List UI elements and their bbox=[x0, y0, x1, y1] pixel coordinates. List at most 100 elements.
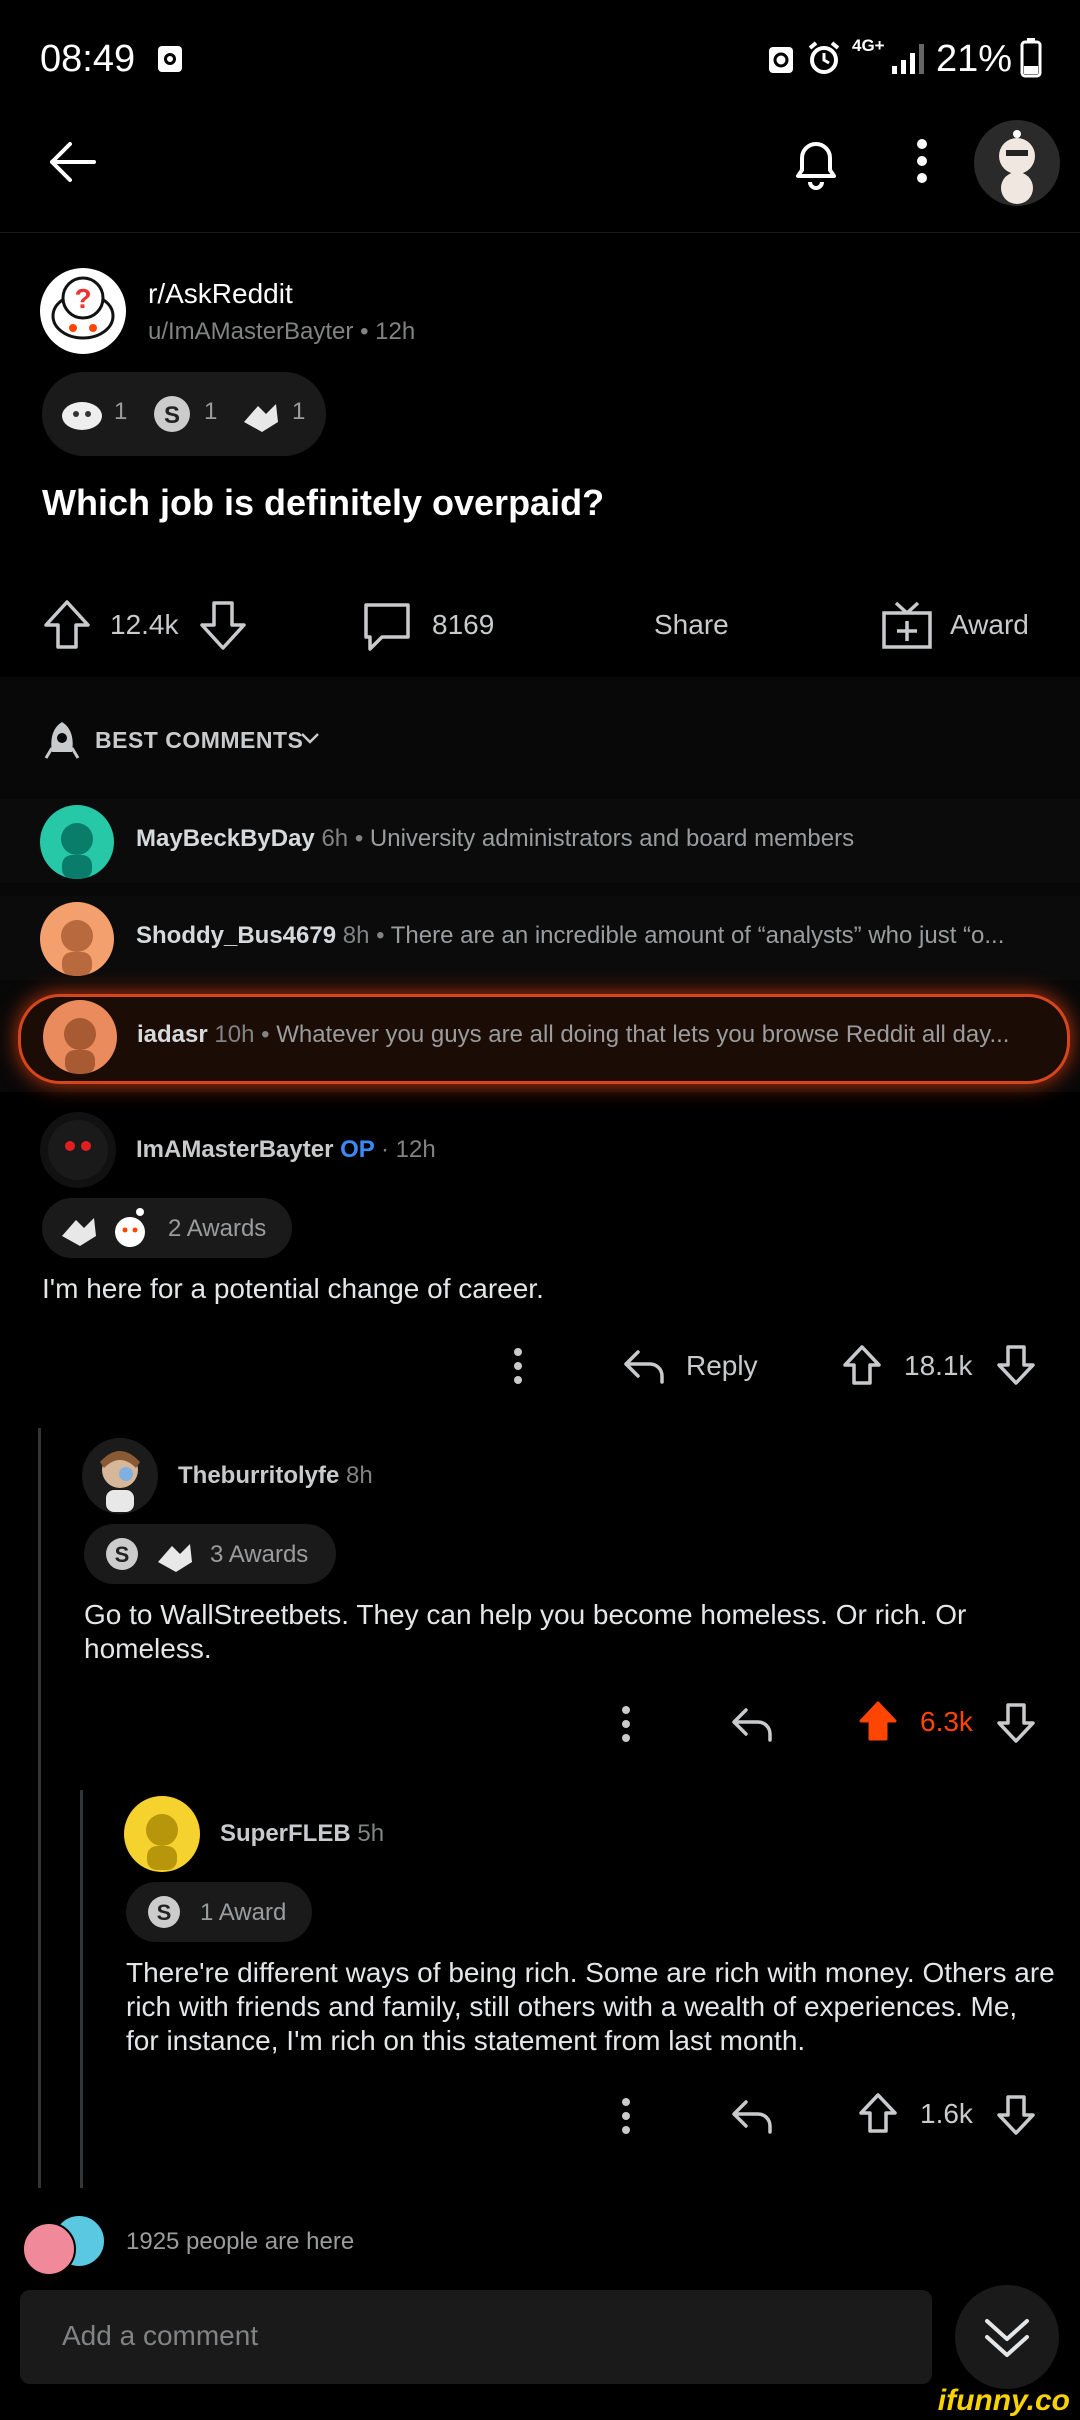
helpful-award-icon bbox=[238, 392, 282, 436]
svg-text:S: S bbox=[157, 1900, 172, 1925]
avatar bbox=[40, 805, 114, 879]
author-name: SuperFLEB bbox=[220, 1820, 351, 1847]
back-arrow-icon[interactable] bbox=[44, 134, 100, 190]
avatar bbox=[43, 1000, 117, 1074]
more-options-icon[interactable] bbox=[912, 136, 932, 186]
avatar[interactable] bbox=[40, 1112, 116, 1188]
avatar[interactable] bbox=[124, 1796, 200, 1872]
double-chevron-down-icon bbox=[981, 2311, 1033, 2363]
preview-user: MayBeckByDay bbox=[136, 825, 315, 852]
snoo-award-icon bbox=[108, 1206, 152, 1250]
more-options-icon[interactable] bbox=[508, 1346, 528, 1386]
helpful-award-icon bbox=[58, 1208, 98, 1248]
reply-arrow-icon[interactable] bbox=[730, 1704, 774, 1744]
preview-age: 6h bbox=[321, 825, 349, 852]
downvote-icon[interactable] bbox=[996, 1344, 1036, 1386]
preview-text: iadasr 10h • Whatever you guys are all d… bbox=[137, 1021, 1010, 1048]
comment-icon[interactable] bbox=[360, 599, 414, 653]
subreddit-icon[interactable]: ? bbox=[40, 268, 126, 354]
downvote-icon[interactable] bbox=[996, 2094, 1036, 2136]
op-badge: OP bbox=[340, 1136, 375, 1163]
thread-line[interactable] bbox=[38, 1428, 41, 2188]
avatar bbox=[22, 2222, 76, 2276]
comment-body: There're different ways of being rich. S… bbox=[126, 1957, 1055, 2056]
comment-score: 6.3k bbox=[920, 1706, 973, 1737]
alarm-icon bbox=[806, 40, 842, 76]
comment-author[interactable]: Theburritolyfe 8h bbox=[178, 1462, 373, 1490]
battery-saver-icon bbox=[766, 42, 796, 76]
upvote-icon[interactable] bbox=[42, 599, 92, 651]
upvote-icon-active[interactable] bbox=[858, 1700, 898, 1742]
upvote-icon[interactable] bbox=[858, 2092, 898, 2134]
preview-text: Shoddy_Bus4679 8h • There are an incredi… bbox=[136, 922, 1005, 949]
screen-record-icon bbox=[156, 44, 184, 74]
best-comment-preview[interactable]: MayBeckByDay 6h • University administrat… bbox=[0, 799, 1080, 883]
battery-percent: 21% bbox=[935, 38, 1012, 80]
silver-award-icon: S bbox=[146, 1894, 182, 1930]
next-comment-button[interactable] bbox=[955, 2285, 1059, 2389]
silver-award-icon: S bbox=[104, 1536, 140, 1572]
preview-text: MayBeckByDay 6h • University administrat… bbox=[136, 825, 855, 852]
comment-author[interactable]: ImAMasterBayter OP · 12h bbox=[136, 1136, 436, 1164]
post-awards[interactable]: 1 S 1 1 bbox=[42, 372, 326, 456]
downvote-icon[interactable] bbox=[996, 1702, 1036, 1744]
best-comment-preview-highlighted[interactable]: iadasr 10h • Whatever you guys are all d… bbox=[18, 994, 1070, 1084]
top-nav bbox=[0, 120, 1080, 233]
preview-age: 8h bbox=[342, 922, 370, 949]
network-4g-label: 4G+ bbox=[852, 36, 885, 55]
reply-arrow-icon[interactable] bbox=[622, 1346, 666, 1386]
avatar[interactable] bbox=[82, 1438, 158, 1514]
comment-awards[interactable]: 2 Awards bbox=[42, 1198, 292, 1258]
more-options-icon[interactable] bbox=[616, 1704, 636, 1744]
comment-age: 8h bbox=[346, 1462, 373, 1489]
comment-placeholder: Add a comment bbox=[62, 2320, 259, 2351]
silver-award-icon: S bbox=[152, 394, 192, 434]
upvote-icon[interactable] bbox=[842, 1344, 882, 1386]
reply-button[interactable]: Reply bbox=[686, 1350, 758, 1382]
author-name: Theburritolyfe bbox=[178, 1462, 340, 1489]
thread-line[interactable] bbox=[80, 1790, 83, 2188]
preview-user: iadasr bbox=[137, 1021, 208, 1048]
chevron-down-icon[interactable] bbox=[300, 732, 320, 746]
award-count: 1 bbox=[114, 398, 128, 425]
helpful-award-icon bbox=[154, 1534, 194, 1574]
downvote-icon[interactable] bbox=[198, 599, 248, 651]
comment-count[interactable]: 8169 bbox=[432, 609, 494, 641]
comment-awards[interactable]: S 1 Award bbox=[126, 1882, 312, 1942]
wholesome-award-icon bbox=[60, 394, 104, 434]
post-action-bar: 12.4k 8169 Share Award bbox=[0, 585, 1080, 665]
comment-awards[interactable]: S 3 Awards bbox=[84, 1524, 336, 1584]
rocket-icon bbox=[42, 718, 82, 760]
best-comment-preview[interactable]: Shoddy_Bus4679 8h • There are an incredi… bbox=[0, 896, 1080, 980]
preview-comment: University administrators and board memb… bbox=[369, 825, 855, 852]
signal-icon bbox=[890, 42, 930, 74]
comment-body: I'm here for a potential change of caree… bbox=[42, 1273, 544, 1304]
user-avatar[interactable] bbox=[974, 120, 1060, 206]
share-button[interactable]: Share bbox=[654, 609, 729, 641]
award-count: 1 bbox=[204, 398, 218, 425]
post-author-meta[interactable]: u/ImAMasterBayter • 12h bbox=[148, 318, 415, 346]
preview-comment: Whatever you guys are all doing that let… bbox=[276, 1021, 1010, 1048]
subreddit-name[interactable]: r/AskReddit bbox=[148, 278, 293, 310]
add-comment-field[interactable]: Add a comment bbox=[20, 2290, 932, 2384]
svg-text:S: S bbox=[115, 1542, 130, 1567]
reply-arrow-icon[interactable] bbox=[730, 2096, 774, 2136]
svg-text:?: ? bbox=[74, 283, 91, 314]
award-count-text: 1 Award bbox=[200, 1899, 287, 1926]
sort-label[interactable]: BEST COMMENTS bbox=[95, 727, 303, 754]
award-button[interactable]: Award bbox=[950, 609, 1029, 641]
notification-bell-icon[interactable] bbox=[788, 132, 844, 192]
svg-text:S: S bbox=[164, 402, 180, 429]
preview-user: Shoddy_Bus4679 bbox=[136, 922, 337, 949]
award-count: 1 bbox=[292, 398, 306, 425]
award-gift-icon[interactable] bbox=[880, 597, 934, 651]
avatar bbox=[40, 902, 114, 976]
preview-age: 10h bbox=[214, 1021, 255, 1048]
award-count-text: 3 Awards bbox=[210, 1541, 309, 1568]
award-count-text: 2 Awards bbox=[168, 1215, 267, 1242]
more-options-icon[interactable] bbox=[616, 2096, 636, 2136]
comment-age: · 12h bbox=[381, 1136, 436, 1163]
comment-author[interactable]: SuperFLEB 5h bbox=[220, 1820, 384, 1848]
comment-score: 1.6k bbox=[920, 2098, 973, 2129]
comment-score: 18.1k bbox=[904, 1350, 973, 1381]
